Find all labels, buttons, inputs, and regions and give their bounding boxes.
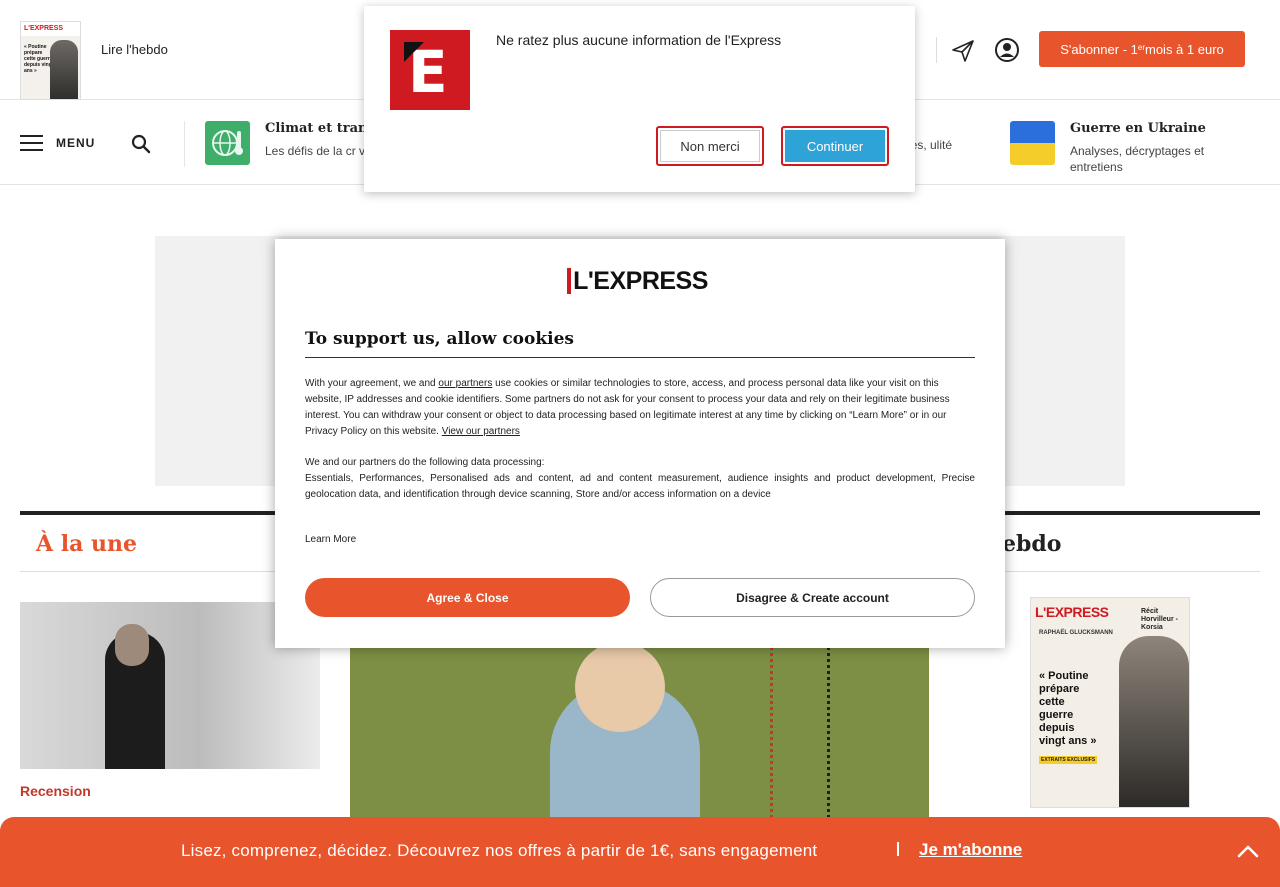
express-logo-icon: E — [390, 30, 470, 110]
offer-bar: Lisez, comprenez, décidez. Découvrez nos… — [0, 817, 1280, 887]
account-icon[interactable] — [994, 37, 1020, 63]
push-decline-button[interactable]: Non merci — [656, 126, 764, 166]
cookie-purposes: Essentials, Performances, Personalised a… — [305, 473, 975, 500]
hebdo-title: ebdo — [1002, 531, 1062, 557]
cover-portrait — [1119, 636, 1189, 807]
logo-red-bar — [567, 268, 571, 294]
disagree-create-account-button[interactable]: Disagree & Create account — [650, 578, 975, 617]
offer-subscribe-link[interactable]: Je m'abonne — [919, 840, 1022, 860]
thumb-portrait — [50, 40, 78, 99]
topic-climat[interactable]: Climat et transi Les défis de la cr vert… — [205, 121, 386, 167]
newsletter-send-icon[interactable] — [951, 39, 975, 63]
image-dna-model — [770, 622, 830, 832]
search-icon[interactable] — [131, 134, 151, 154]
image-child-head — [575, 642, 665, 732]
subscribe-button[interactable]: S'abonner - 1 er mois à 1 euro — [1039, 31, 1245, 67]
offer-separator — [897, 842, 899, 856]
header-divider — [936, 37, 937, 63]
cover-person: RAPHAËL GLUCKSMANN — [1039, 630, 1113, 636]
cookie-body: With your agreement, we and our partners… — [305, 376, 975, 440]
push-notification-prompt: E Ne ratez plus aucune information de l'… — [364, 6, 915, 192]
cookie-logo: L'EXPRESS — [567, 267, 712, 295]
article-kicker[interactable]: Recension — [20, 783, 91, 799]
cover-quote: « Poutine prépare cette guerre depuis vi… — [1039, 670, 1097, 747]
cookie-logo-text: L'EXPRESS — [573, 267, 708, 295]
offer-text: Lisez, comprenez, décidez. Découvrez nos… — [181, 841, 818, 860]
cover-tag: EXTRAITS EXCLUSIFS — [1039, 756, 1098, 764]
nav-divider — [184, 121, 185, 167]
push-message: Ne ratez plus aucune information de l'Ex… — [496, 32, 782, 48]
image-head — [115, 624, 149, 666]
cookie-purposes-heading: We and our partners do the following dat… — [305, 457, 545, 468]
thumb-logo: L'EXPRESS — [24, 25, 64, 32]
topic-ukraine-title: Guerre en Ukraine — [1070, 121, 1206, 136]
hebdo-cover-thumbnail[interactable]: L'EXPRESS « Poutine prépare cette guerre… — [20, 21, 81, 100]
cover-recit: Récit Horvilleur - Korsia — [1141, 608, 1178, 631]
une-title: À la une — [36, 531, 137, 557]
read-hebdo-link[interactable]: Lire l'hebdo — [101, 42, 168, 57]
ukraine-flag-icon — [1010, 121, 1055, 165]
cookie-body-pre: With your agreement, we and — [305, 378, 439, 389]
topic-ukraine-subtitle: Analyses, décryptages et entretiens — [1070, 144, 1205, 174]
topic-climat-title: Climat et transi — [265, 121, 380, 136]
cover-logo: L'EXPRESS — [1035, 604, 1109, 620]
cookie-consent-modal: L'EXPRESS To support us, allow cookies W… — [275, 239, 1005, 648]
subscribe-suffix: mois à 1 euro — [1145, 41, 1224, 57]
agree-close-button[interactable]: Agree & Close — [305, 578, 630, 617]
menu-button[interactable]: MENU — [20, 131, 100, 155]
subscribe-prefix: S'abonner - 1 — [1060, 41, 1138, 57]
learn-more-link[interactable]: Learn More — [305, 534, 356, 545]
hamburger-icon — [20, 135, 43, 151]
cookie-divider — [305, 357, 975, 358]
cookie-title: To support us, allow cookies — [305, 329, 574, 349]
our-partners-link[interactable]: our partners — [438, 378, 492, 389]
push-accept-label: Continuer — [785, 130, 885, 162]
subscribe-sup: er — [1137, 42, 1145, 52]
push-accept-button[interactable]: Continuer — [781, 126, 889, 166]
globe-thermometer-icon — [205, 121, 250, 165]
view-partners-link[interactable]: View our partners — [442, 426, 520, 437]
topic-ukraine[interactable]: Guerre en Ukraine Analyses, décryptages … — [1010, 121, 1250, 174]
hebdo-cover[interactable]: L'EXPRESS Récit Horvilleur - Korsia RAPH… — [1030, 597, 1190, 808]
menu-label: MENU — [56, 136, 96, 150]
chevron-up-icon[interactable] — [1236, 843, 1260, 859]
push-decline-label: Non merci — [660, 130, 760, 162]
